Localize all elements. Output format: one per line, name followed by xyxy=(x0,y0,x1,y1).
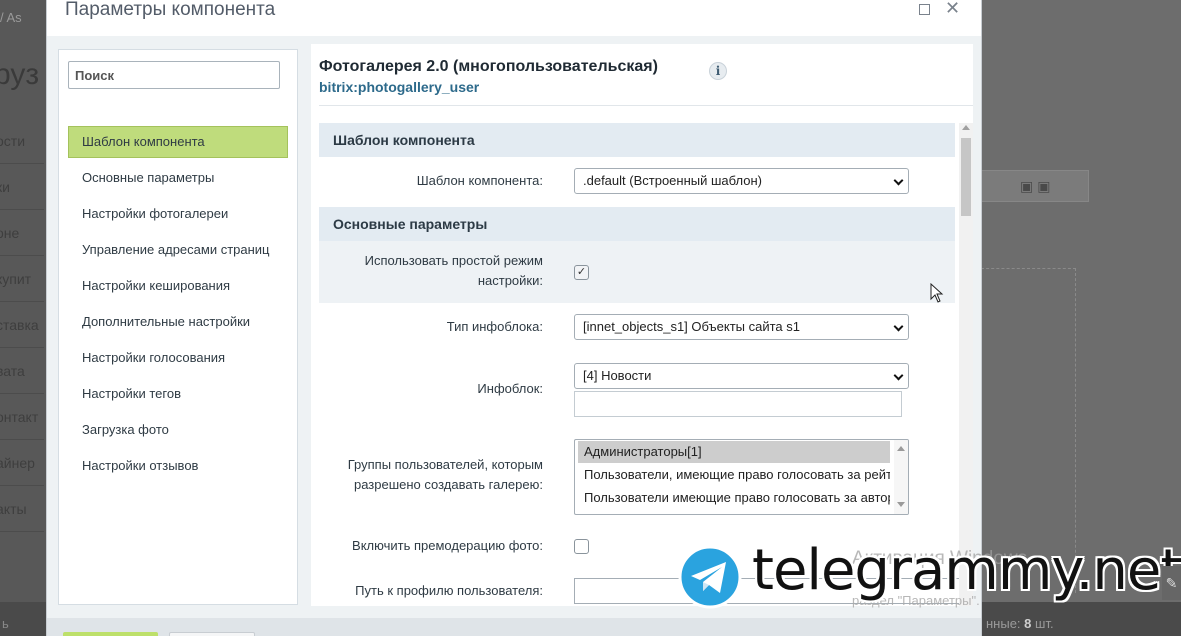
premoderation-checkbox[interactable] xyxy=(574,539,589,554)
divider xyxy=(319,105,973,106)
telegram-watermark-text: telegrammy.net xyxy=(752,538,1181,603)
settings-panel: Фотогалерея 2.0 (многопользовательская) … xyxy=(311,44,973,606)
nav-item-photo-upload[interactable]: Загрузка фото xyxy=(68,414,288,446)
profile-path-label: Путь к профилю пользователя: xyxy=(355,583,543,598)
simple-mode-label: Использовать простой режим настройки: xyxy=(364,253,543,288)
section-header-template: Шаблон компонента xyxy=(319,123,955,157)
iblock-type-value: [innet_objects_s1] Объекты сайта s1 xyxy=(583,319,801,334)
nav-item-main-params[interactable]: Основные параметры xyxy=(68,162,288,194)
chevron-down-icon xyxy=(893,175,904,186)
nav-item-gallery-settings[interactable]: Настройки фотогалереи xyxy=(68,198,288,230)
template-label: Шаблон компонента: xyxy=(416,173,543,188)
save-button[interactable] xyxy=(63,632,158,636)
background-footer-text: ь xyxy=(2,616,9,631)
count-suffix: шт. xyxy=(1035,616,1054,631)
background-nav-item: акты xyxy=(0,486,44,532)
component-title: Фотогалерея 2.0 (многопользовательская) xyxy=(319,58,658,75)
groups-multiselect[interactable]: Администраторы[1] Пользователи, имеющие … xyxy=(574,439,909,515)
iblock-type-select[interactable]: [innet_objects_s1] Объекты сайта s1 xyxy=(574,314,909,340)
scroll-down-icon[interactable] xyxy=(897,502,905,507)
iblock-select[interactable]: [4] Новости xyxy=(574,363,909,389)
image-icon: ▣▣ xyxy=(1020,178,1055,194)
dialog-header: Параметры компонента ✕ xyxy=(47,0,981,36)
scroll-up-icon[interactable] xyxy=(897,446,905,451)
background-nav-item: ости xyxy=(0,118,44,164)
nav-item-reviews-settings[interactable]: Настройки отзывов xyxy=(68,450,288,482)
background-nav: ости ки оне купит ставка вата онтакт айн… xyxy=(0,118,44,532)
edit-icon[interactable]: ✎ xyxy=(1162,566,1181,600)
nav-item-voting-settings[interactable]: Настройки голосования xyxy=(68,342,288,374)
search-input[interactable] xyxy=(68,61,280,89)
background-nav-item: ки xyxy=(0,164,44,210)
template-select-value: .default (Встроенный шаблон) xyxy=(583,173,762,188)
maximize-icon[interactable] xyxy=(919,4,930,15)
premoderation-label: Включить премодерацию фото: xyxy=(352,538,543,553)
iblock-value: [4] Новости xyxy=(583,368,652,383)
groups-option[interactable]: Администраторы[1] xyxy=(578,441,890,463)
chevron-down-icon xyxy=(893,321,904,332)
groups-option[interactable]: Пользователи имеющие право голосовать за… xyxy=(578,487,890,509)
count-value: 8 xyxy=(1024,616,1032,631)
groups-label: Группы пользователей, которым разрешено … xyxy=(347,457,543,492)
telegram-logo-icon xyxy=(678,545,742,609)
nav-item-url-management[interactable]: Управление адресами страниц xyxy=(68,234,288,266)
chevron-down-icon xyxy=(893,370,904,381)
iblock-label: Инфоблок: xyxy=(477,381,543,396)
background-nav-item: оне xyxy=(0,210,44,256)
sections-sidebar: Шаблон компонента Основные параметры Нас… xyxy=(58,49,298,605)
background-nav-item: ставка xyxy=(0,302,44,348)
dialog-title: Параметры компонента xyxy=(65,0,276,20)
count-prefix: нные: xyxy=(986,616,1021,631)
iblock-id-input[interactable] xyxy=(574,391,902,417)
dialog-footer xyxy=(47,618,981,636)
sections-nav: Шаблон компонента Основные параметры Нас… xyxy=(68,126,288,486)
section-header-main: Основные параметры xyxy=(319,207,955,241)
nav-item-cache-settings[interactable]: Настройки кеширования xyxy=(68,270,288,302)
cancel-button[interactable] xyxy=(169,632,255,636)
scroll-up-icon[interactable] xyxy=(962,125,970,130)
background-heading: руз xyxy=(0,58,40,91)
parameters-scroll-area: Шаблон компонента Шаблон компонента: .de… xyxy=(319,123,973,606)
background-nav-item: айнер xyxy=(0,440,44,486)
close-icon[interactable]: ✕ xyxy=(945,0,960,19)
background-footer-count: нные: 8 шт. xyxy=(986,616,1054,631)
background-nav-item: купит xyxy=(0,256,44,302)
groups-scrollbar[interactable] xyxy=(894,440,908,514)
simple-mode-checkbox[interactable]: ✓ xyxy=(574,265,589,280)
iblock-type-label: Тип инфоблока: xyxy=(446,319,543,334)
background-breadcrumb: / As xyxy=(0,10,22,25)
template-select[interactable]: .default (Встроенный шаблон) xyxy=(574,168,909,194)
nav-item-additional-settings[interactable]: Дополнительные настройки xyxy=(68,306,288,338)
scrollbar-thumb[interactable] xyxy=(961,138,971,216)
mouse-cursor-icon xyxy=(930,283,944,303)
component-code: bitrix:photogallery_user xyxy=(319,79,480,95)
background-nav-item: вата xyxy=(0,348,44,394)
groups-option[interactable]: Пользователи, имеющие право голосовать з… xyxy=(578,464,890,486)
nav-item-tags-settings[interactable]: Настройки тегов xyxy=(68,378,288,410)
info-icon[interactable]: i xyxy=(709,62,727,80)
background-nav-item: онтакт xyxy=(0,394,44,440)
parameters-scrollbar[interactable] xyxy=(959,123,973,606)
nav-item-template[interactable]: Шаблон компонента xyxy=(68,126,288,158)
